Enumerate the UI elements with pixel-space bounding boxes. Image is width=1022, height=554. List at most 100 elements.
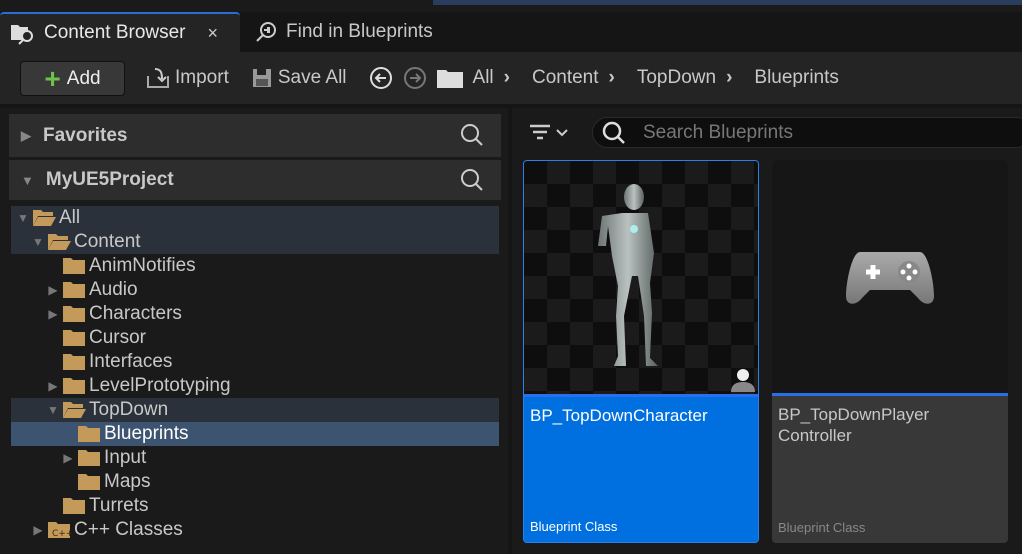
expand-arrow-icon[interactable]: ▶ [45,307,61,321]
asset-name: BP_TopDownPlayer Controller [778,405,930,445]
gamepad-icon [846,252,934,304]
tree-item-content[interactable]: ▼ Content [11,230,499,254]
asset-thumbnail [772,160,1008,393]
tree-item-label: Interfaces [89,351,173,372]
tree-item-label: All [59,207,81,228]
search-icon[interactable] [459,167,485,193]
tree-item-label: Input [104,447,147,468]
asset-tile[interactable]: BP_TopDownCharacter Blueprint Class [523,160,759,543]
collapse-arrow-icon[interactable]: ▼ [21,173,34,188]
tree-item-audio[interactable]: ▶ Audio [11,278,499,302]
find-blueprints-icon [256,22,276,42]
asset-type-color-bar [524,394,758,397]
tree-item-all[interactable]: ▼ All [11,206,499,230]
favorites-header[interactable]: ▶ Favorites [9,114,501,157]
folder-icon [63,258,85,274]
asset-type-color-bar [772,393,1008,396]
folder-icon: C++ [48,522,72,539]
tree-item-label: C++ Classes [74,519,183,540]
tree-item-characters[interactable]: ▶ Characters [11,302,499,326]
tree-item-interfaces[interactable]: Interfaces [11,350,499,374]
tree-item-label: TopDown [89,399,169,420]
asset-tile[interactable]: BP_TopDownPlayer Controller Blueprint Cl… [772,160,1008,543]
asset-type: Blueprint Class [778,520,866,535]
tree-item-maps[interactable]: Maps [11,470,499,494]
project-label: MyUE5Project [45,169,174,190]
folder-icon [78,426,100,442]
folder-open-icon [33,210,56,226]
tree-item-turrets[interactable]: Turrets [11,494,499,518]
forward-arrow-icon[interactable] [403,66,427,90]
tree-item-blueprints[interactable]: Blueprints [11,422,499,446]
search-placeholder: Search Blueprints [643,121,793,143]
tree-item-label: Content [74,231,141,252]
expand-arrow-icon[interactable]: ▶ [45,283,61,297]
tab-label: Find in Blueprints [286,21,433,42]
folder-icon [63,498,85,514]
search-icon[interactable] [459,122,485,148]
tree-item-cursor[interactable]: Cursor [11,326,499,350]
sources-panel: ▶ Favorites ▼ MyUE5Project ▼ All ▼ Content Ani… [0,108,508,554]
breadcrumb-all[interactable]: All [473,67,494,89]
folder-icon [436,70,463,88]
tab-content-browser[interactable]: Content Browser × [0,12,240,52]
character-class-icon [731,369,755,392]
folder-icon [63,354,85,370]
expand-arrow-icon[interactable]: ▶ [45,379,61,393]
tree-item-levelprototyping[interactable]: ▶ LevelPrototyping [11,374,499,398]
collapse-arrow-icon[interactable]: ▼ [15,211,31,225]
tree-item-topdown[interactable]: ▼ TopDown [11,398,499,422]
svg-text:C++: C++ [52,529,72,539]
filter-icon[interactable] [528,122,568,144]
expand-arrow-icon[interactable]: ▶ [60,451,76,465]
folder-open-icon [63,402,86,418]
folder-open-icon [48,234,71,250]
add-button[interactable]: + Add [20,61,125,96]
chevron-right-icon[interactable]: › [504,67,510,89]
tree-item-input[interactable]: ▶ Input [11,446,499,470]
close-icon[interactable]: × [208,23,219,44]
tree-item-label: Turrets [89,495,149,516]
tree-item-label: Audio [89,279,138,300]
search-icon [602,121,625,144]
add-label: Add [66,67,101,89]
folder-icon [63,306,85,322]
breadcrumb-topdown[interactable]: TopDown [637,67,716,89]
import-label: Import [175,67,229,88]
character-mannequin-image [598,184,658,366]
folder-icon [78,450,100,466]
search-input[interactable]: Search Blueprints [592,117,1022,148]
import-icon [147,68,169,88]
breadcrumb-blueprints[interactable]: Blueprints [754,67,839,89]
breadcrumb-content[interactable]: Content [532,67,599,89]
top-strip [0,0,1022,12]
tree-item-label: LevelPrototyping [89,375,231,396]
tree-item-c-classes[interactable]: ▶ C++ C++ Classes [11,518,499,542]
project-header[interactable]: ▼ MyUE5Project [9,160,501,200]
save-all-button[interactable]: Save All [251,67,347,89]
expand-arrow-icon[interactable]: ▶ [21,128,31,144]
folder-icon [63,330,85,346]
tree-item-animnotifies[interactable]: AnimNotifies [11,254,499,278]
folder-icon [63,282,85,298]
collapse-arrow-icon[interactable]: ▼ [30,235,46,249]
tree-item-label: Cursor [89,327,147,348]
tree-item-label: AnimNotifies [89,255,196,276]
asset-view: Search Blueprints BP_TopDownCharacter Bl… [512,108,1022,554]
asset-thumbnail [524,161,758,394]
back-arrow-icon[interactable] [369,66,393,90]
folder-icon [63,378,85,394]
favorites-label: Favorites [43,124,128,146]
tab-label: Content Browser [44,22,186,43]
asset-type: Blueprint Class [530,519,618,534]
chevron-right-icon[interactable]: › [609,67,615,89]
chevron-right-icon[interactable]: › [726,67,732,89]
tab-find-in-blueprints[interactable]: Find in Blueprints [244,12,464,52]
import-button[interactable]: Import [146,67,229,89]
tree-item-label: Maps [104,471,151,492]
asset-name: BP_TopDownCharacter [530,406,708,425]
expand-arrow-icon[interactable]: ▶ [30,523,46,537]
folder-tree: ▼ All ▼ Content AnimNotifies ▶ Audio ▶ Character… [11,206,499,542]
content-browser-icon [11,25,33,45]
collapse-arrow-icon[interactable]: ▼ [45,403,61,417]
